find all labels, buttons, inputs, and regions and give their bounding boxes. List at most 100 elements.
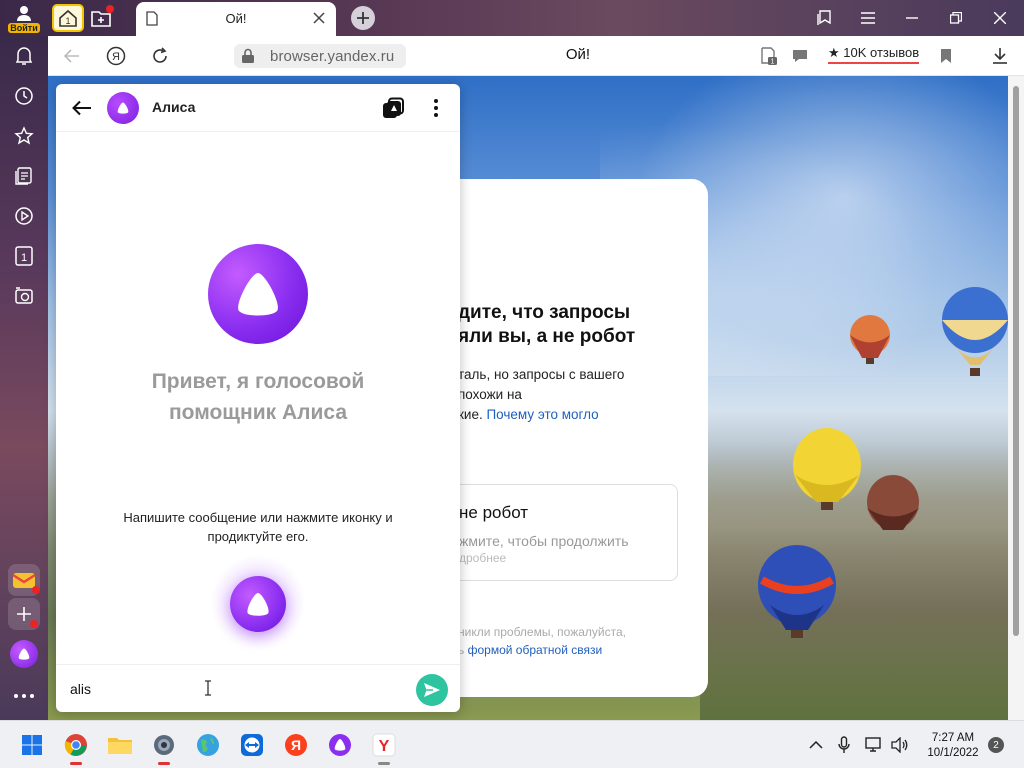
running-indicator [158,762,170,765]
svg-text:Y: Y [379,738,390,755]
more-vertical-icon[interactable] [424,96,448,120]
video-icon[interactable] [12,204,36,228]
notification-dot [106,5,114,13]
taskbar-maps[interactable] [192,729,224,761]
page-icon [144,10,160,26]
scrollbar-thumb[interactable] [1013,86,1019,636]
extension-button[interactable] [87,4,115,32]
alice-name: Алиса [152,99,196,115]
svg-text:1: 1 [65,16,70,26]
captcha-footer: никли проблемы, пожалуйста, ь формой обр… [458,623,698,659]
start-button[interactable] [16,729,48,761]
alice-icon [117,102,129,114]
minimize-icon[interactable] [900,6,924,30]
back-arrow-icon[interactable] [70,96,94,120]
download-icon[interactable] [988,44,1012,68]
tabs-count-icon[interactable]: 1 [12,244,36,268]
gear-icon [154,735,174,755]
add-badge [30,620,38,628]
reviews-link[interactable]: ★ 10K отзывов [828,45,920,64]
voice-input-button[interactable] [230,576,286,632]
clock-date: 10/1/2022 [927,747,979,759]
not-robot-subtitle: жмите, чтобы продолжить [459,533,629,549]
tab-title: Ой! [225,11,247,26]
alice-greeting: Привет, я голосовой помощник Алиса [151,370,365,424]
captcha-card: : дите, что запросы яли вы, а не робот т… [420,179,708,697]
globe-icon [197,734,219,756]
network-icon[interactable] [862,729,886,761]
reload-icon[interactable] [148,44,172,68]
captcha-description: таль, но запросы с вашего похожи на кие.… [458,365,698,425]
close-tab-icon[interactable] [310,9,328,27]
page-title: Ой! [565,46,591,63]
microphone-icon[interactable] [832,729,856,761]
close-window-icon[interactable] [988,6,1012,30]
protect-icon[interactable]: 1 [756,44,780,68]
why-link[interactable]: Почему это могло [486,407,598,422]
alice-icon [238,273,278,316]
alice-header: Алиса [56,84,460,132]
volume-icon[interactable] [888,729,912,761]
alice-input-bar [56,664,460,712]
notification-badge[interactable]: 2 [988,737,1004,753]
svg-text:Я: Я [112,51,120,63]
taskbar-yandex-browser[interactable]: Y [368,729,400,765]
more-link[interactable]: дробнее [459,551,506,565]
alice-icon [247,593,269,616]
screenshot-icon[interactable] [12,284,36,308]
taskbar-explorer[interactable] [104,729,136,761]
taskbar-teamviewer[interactable] [236,729,268,761]
alice-sidebar-button[interactable] [10,640,38,668]
mail-app-button[interactable] [8,564,40,596]
clock[interactable]: 7:27 AM 10/1/2022 [922,731,984,761]
taskbar-chrome[interactable] [60,729,92,765]
url-field[interactable]: browser.yandex.ru [234,44,406,68]
plus-icon [17,607,31,621]
reviews-label: 10K отзывов [843,45,920,60]
zen-icon[interactable] [12,164,36,188]
not-robot-title: не робот [459,503,529,522]
folder-icon [108,738,132,754]
address-bar: Я browser.yandex.ru Ой! 1 ★ 10K отзывов [48,36,1024,76]
more-icon[interactable] [12,686,36,706]
svg-text:Я: Я [291,737,301,753]
bell-icon[interactable] [12,44,36,68]
menu-icon[interactable] [856,6,880,30]
alice-hint: Напишите сообщение или нажмите иконку и … [123,510,393,544]
alice-message-input[interactable] [70,675,410,703]
add-app-button[interactable] [8,598,40,630]
show-hidden-icons[interactable] [804,729,828,761]
bookmark-icon[interactable] [934,44,958,68]
feedback-link[interactable]: формой обратной связи [468,643,603,657]
chevron-up-icon [809,741,823,749]
svg-text:1: 1 [771,59,775,66]
collections-icon[interactable] [812,6,836,30]
new-tab-button[interactable] [351,6,375,30]
alice-icon [18,648,30,660]
home-tab-button[interactable]: 1 [52,4,84,32]
send-icon [424,683,440,697]
lock-icon[interactable] [240,48,256,64]
yandex-icon: Я [285,734,307,756]
star-icon[interactable] [12,124,36,148]
windows-icon [22,735,42,755]
history-icon[interactable] [12,84,36,108]
user-icon [17,5,31,21]
send-button[interactable] [416,674,448,706]
back-icon[interactable] [60,44,84,68]
tab-active[interactable]: Ой! [136,2,336,36]
comments-icon[interactable] [788,44,812,68]
taskbar-settings[interactable] [148,729,180,765]
cards-icon[interactable] [380,96,406,120]
yandex-icon[interactable]: Я [104,44,128,68]
running-indicator [70,762,82,765]
taskbar-alice[interactable] [324,729,356,761]
account-button[interactable]: Войти [6,2,42,34]
taskbar-yandex[interactable]: Я [280,729,312,761]
alice-icon [329,734,351,756]
running-indicator [378,762,390,765]
restore-icon[interactable] [944,6,968,30]
alice-avatar [107,92,139,124]
plus-icon [357,12,369,24]
alice-logo [208,244,308,344]
